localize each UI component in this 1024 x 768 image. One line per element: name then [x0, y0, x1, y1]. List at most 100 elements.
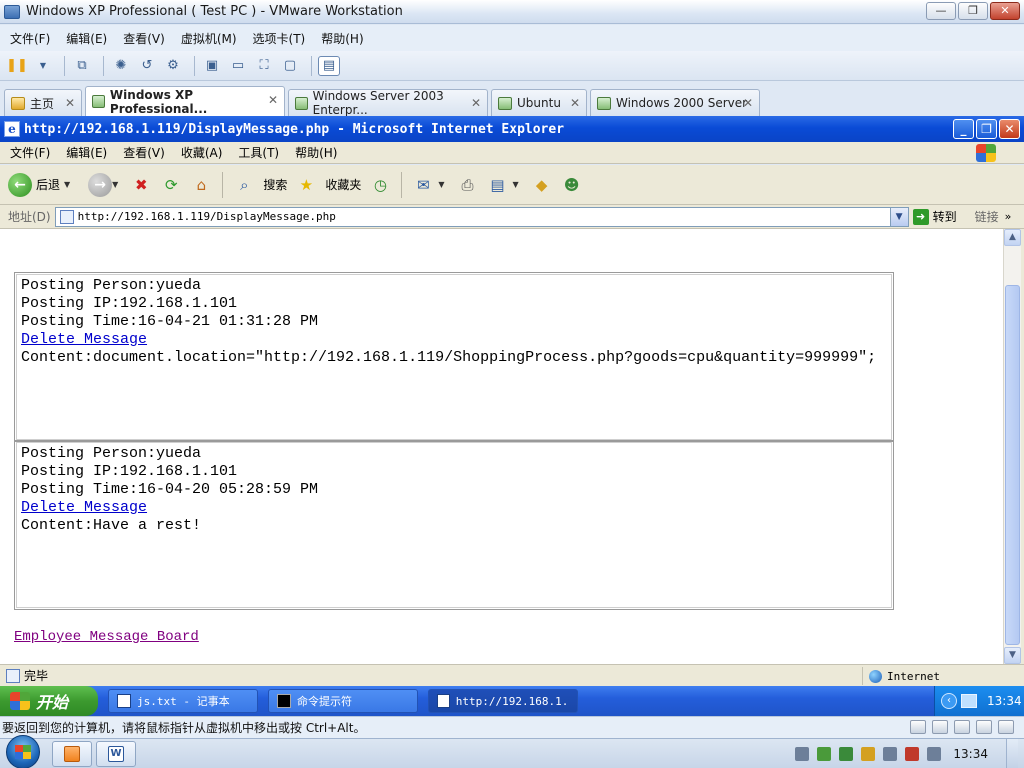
posting-time: Posting Time:16-04-21 01:31:28 PM — [21, 313, 319, 330]
clipboard-icon[interactable] — [883, 747, 898, 761]
message-box: Posting Person:yueda Posting IP:192.168.… — [14, 440, 894, 610]
ie-menu-help[interactable]: 帮助(H) — [295, 144, 337, 161]
vm-menu-vm[interactable]: 虚拟机(M) — [181, 30, 237, 47]
delete-message-link[interactable]: Delete Message — [21, 331, 147, 348]
network-icon[interactable] — [905, 747, 920, 761]
search-icon[interactable]: ⌕ — [233, 174, 255, 196]
ie-minimize-button[interactable]: _ — [953, 119, 974, 139]
vm-menu-help[interactable]: 帮助(H) — [321, 30, 363, 47]
network-icon[interactable]: ⧉ — [71, 56, 93, 76]
ie-close-button[interactable]: ✕ — [999, 119, 1020, 139]
address-box[interactable]: ▼ — [54, 206, 909, 227]
history-icon[interactable]: ◷ — [369, 174, 391, 196]
back-button-label[interactable]: 后退 — [36, 176, 60, 193]
ie-restore-button[interactable]: ❐ — [976, 119, 997, 139]
address-input[interactable] — [77, 210, 878, 223]
vm-menu-tabs[interactable]: 选项卡(T) — [253, 30, 306, 47]
ie-menu-favorites[interactable]: 收藏(A) — [181, 144, 223, 161]
tab-windows-server-2003[interactable]: Windows Server 2003 Enterpr... ✕ — [288, 89, 488, 117]
employee-message-board-link[interactable]: Employee Message Board — [14, 629, 199, 645]
tab-home[interactable]: 主页 ✕ — [4, 89, 82, 116]
taskbar-command-prompt[interactable]: 命令提示符 — [268, 689, 418, 713]
message-log-icon[interactable] — [998, 720, 1014, 734]
dropdown-arrow-icon[interactable]: ▼ — [32, 56, 54, 76]
tab-ubuntu[interactable]: Ubuntu ✕ — [491, 89, 587, 116]
tab-close-icon[interactable]: ✕ — [743, 96, 753, 110]
tab-close-icon[interactable]: ✕ — [65, 96, 75, 110]
print-icon[interactable]: ⎙ — [457, 174, 479, 196]
edit-dropdown-icon[interactable]: ▼ — [513, 180, 519, 189]
scroll-down-icon[interactable]: ▼ — [1004, 647, 1021, 664]
messenger-icon[interactable]: ☻ — [561, 174, 583, 196]
cd-rom-icon[interactable] — [932, 720, 948, 734]
mail-icon[interactable]: ✉ — [412, 174, 434, 196]
scroll-up-icon[interactable]: ▲ — [1004, 229, 1021, 246]
usb-icon[interactable] — [976, 720, 992, 734]
revert-snapshot-icon[interactable]: ↺ — [136, 56, 158, 76]
home-icon[interactable]: ⌂ — [190, 174, 212, 196]
console-view-icon[interactable]: ▭ — [227, 56, 249, 76]
network-adapter-icon[interactable] — [954, 720, 970, 734]
ie-menu-tools[interactable]: 工具(T) — [238, 144, 279, 161]
discuss-icon[interactable]: ◆ — [531, 174, 553, 196]
snapshot-icon[interactable]: ✺ — [110, 56, 132, 76]
delete-message-link[interactable]: Delete Message — [21, 499, 147, 516]
pinned-word[interactable]: W — [96, 740, 136, 767]
tab-close-icon[interactable]: ✕ — [471, 96, 481, 110]
taskbar-ie[interactable]: http://192.168.1... — [428, 689, 578, 713]
close-button[interactable]: ✕ — [990, 2, 1020, 20]
chevron-left-icon[interactable]: ‹ — [941, 693, 957, 709]
show-desktop-button[interactable] — [1006, 739, 1018, 768]
update-icon[interactable] — [861, 747, 876, 761]
back-dropdown-icon[interactable]: ▼ — [64, 180, 70, 189]
refresh-icon[interactable]: ⟳ — [160, 174, 182, 196]
taskbar-notepad[interactable]: js.txt - 记事本 — [108, 689, 258, 713]
ie-menu-view[interactable]: 查看(V) — [123, 144, 165, 161]
forward-dropdown-icon[interactable]: ▼ — [112, 180, 118, 189]
toolbar-separator — [194, 55, 195, 76]
sidebar-toggle-icon[interactable]: ▣ — [201, 56, 223, 76]
address-dropdown-icon[interactable]: ▼ — [889, 207, 908, 226]
tab-close-icon[interactable]: ✕ — [268, 93, 278, 107]
links-label[interactable]: 链接 — [975, 208, 999, 225]
minimize-button[interactable]: — — [926, 2, 956, 20]
forward-arrow-icon[interactable]: → — [88, 172, 113, 197]
tab-windows-2000-server[interactable]: Windows 2000 Server ✕ — [590, 89, 760, 116]
host-start-orb[interactable] — [6, 734, 40, 768]
vm-menu-view[interactable]: 查看(V) — [123, 30, 165, 47]
pause-icon[interactable]: ❚❚ — [6, 56, 28, 76]
search-button-label[interactable]: 搜索 — [263, 176, 287, 193]
favorites-star-icon[interactable]: ★ — [295, 174, 317, 196]
vm-menu-file[interactable]: 文件(F) — [10, 30, 50, 47]
maximize-button[interactable]: ❐ — [958, 2, 988, 20]
console-stretch-icon[interactable]: ▤ — [318, 55, 340, 76]
device-icons — [910, 720, 1014, 734]
nvidia-icon[interactable] — [817, 747, 832, 761]
hard-disk-icon[interactable] — [910, 720, 926, 734]
go-button[interactable]: ➜ 转到 — [912, 208, 957, 225]
vmware-titlebar: Windows XP Professional ( Test PC ) - VM… — [0, 0, 1024, 24]
volume-icon[interactable] — [927, 747, 942, 761]
vm-menu-edit[interactable]: 编辑(E) — [66, 30, 107, 47]
ie-menu-file[interactable]: 文件(F) — [10, 144, 50, 161]
unity-icon[interactable]: ▢ — [279, 56, 301, 76]
chevron-right-icon[interactable]: » — [1005, 210, 1012, 223]
fullscreen-icon[interactable]: ⛶ — [253, 56, 275, 76]
network-connection-icon[interactable] — [961, 694, 977, 708]
toolbar-separator — [64, 55, 65, 76]
tab-close-icon[interactable]: ✕ — [570, 96, 580, 110]
snapshot-manager-icon[interactable]: ⚙ — [162, 56, 184, 76]
shield-icon[interactable] — [839, 747, 854, 761]
stop-icon[interactable]: ✖ — [130, 174, 152, 196]
edit-icon[interactable]: ▤ — [487, 174, 509, 196]
favorites-button-label[interactable]: 收藏夹 — [325, 176, 361, 193]
pinned-vmware[interactable] — [52, 740, 92, 767]
tab-windows-xp[interactable]: Windows XP Professional... ✕ — [85, 86, 285, 116]
mail-dropdown-icon[interactable]: ▼ — [438, 180, 444, 189]
vertical-scrollbar[interactable]: ▲ ▼ — [1003, 229, 1021, 664]
film-icon[interactable] — [795, 747, 810, 761]
ie-menu-edit[interactable]: 编辑(E) — [66, 144, 107, 161]
back-arrow-icon[interactable]: ← — [8, 172, 32, 197]
start-button[interactable]: 开始 — [0, 686, 98, 716]
scroll-thumb[interactable] — [1005, 285, 1020, 645]
